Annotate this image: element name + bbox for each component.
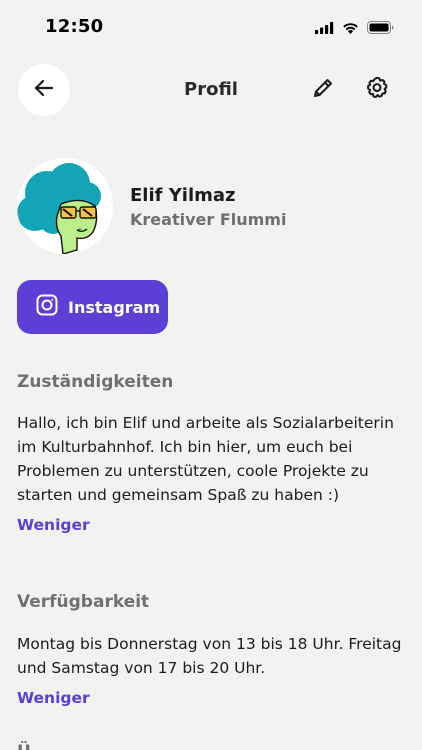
section-body: Montag bis Donnerstag von 13 bis 18 Uhr.… xyxy=(17,635,402,677)
status-bar: 12:50 xyxy=(0,0,422,54)
responsibilities-less: Weniger xyxy=(17,516,405,534)
wifi-icon xyxy=(342,19,359,38)
settings-button[interactable] xyxy=(363,76,391,104)
section-title: Ü xyxy=(17,742,405,750)
gear-icon xyxy=(364,75,390,105)
cellular-signal-icon xyxy=(315,19,334,38)
profile-card: Elif Yilmaz Kreativer Flummi xyxy=(17,158,405,254)
edit-profile-button[interactable] xyxy=(309,76,337,104)
section-body: Hallo, ich bin Elif und arbeite als Sozi… xyxy=(17,414,394,504)
responsibilities-body: Hallo, ich bin Elif und arbeite als Sozi… xyxy=(17,411,405,507)
avatar xyxy=(17,158,113,254)
availability-less: Weniger xyxy=(17,689,405,707)
section-title: Zuständigkeiten xyxy=(17,372,174,392)
page-title: Profil xyxy=(184,79,238,100)
pencil-icon xyxy=(311,76,335,104)
profile-name: Elif Yilmaz xyxy=(130,185,236,206)
section-title: Verfügbarkeit xyxy=(17,592,150,612)
next-section-header: Ü xyxy=(17,738,405,750)
availability-body: Montag bis Donnerstag von 13 bis 18 Uhr.… xyxy=(17,632,405,680)
header: Profil xyxy=(0,64,422,116)
responsibilities-header: Zuständigkeiten xyxy=(17,372,405,392)
availability-header: Verfügbarkeit xyxy=(17,592,405,612)
show-less-link[interactable]: Weniger xyxy=(17,516,405,534)
instagram-button[interactable]: Instagram xyxy=(17,280,168,334)
battery-icon xyxy=(367,19,394,38)
instagram-label: Instagram xyxy=(68,297,161,317)
show-less-link[interactable]: Weniger xyxy=(17,689,405,707)
profile-role: Kreativer Flummi xyxy=(130,210,287,229)
avatar-illustration xyxy=(17,158,113,254)
instagram-icon xyxy=(36,294,58,320)
status-icons xyxy=(315,19,394,38)
status-time: 12:50 xyxy=(45,16,104,37)
